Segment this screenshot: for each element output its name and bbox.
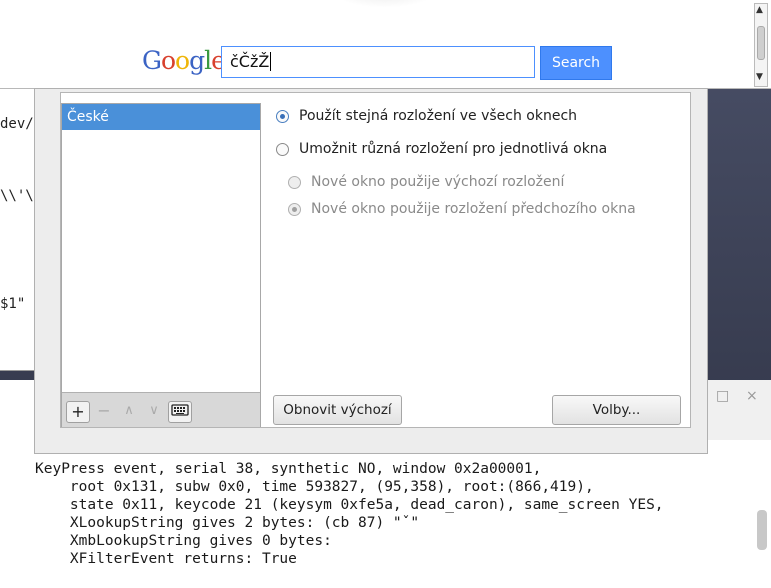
terminal-line: XmbLookupString gives 0 bytes: [35, 533, 332, 549]
text-cursor [270, 52, 272, 71]
terminal-line: state 0x11, keycode 21 (keysym 0xfe5a, d… [35, 497, 664, 513]
layout-list[interactable]: České + − ∧ ∨ [61, 103, 261, 427]
scrollbar-thumb[interactable] [757, 26, 765, 60]
terminal-line: dev/ [0, 116, 34, 132]
terminal-output: KeyPress event, serial 38, synthetic NO,… [35, 460, 755, 568]
add-layout-button[interactable]: + [66, 401, 90, 423]
doodle-decoration [330, 0, 440, 8]
close-icon[interactable]: × [746, 388, 758, 404]
terminal-titlebar: □ × [708, 380, 771, 440]
terminal-line: root 0x131, subw 0x0, time 593827, (95,3… [35, 479, 594, 495]
terminal-line: XFilterEvent returns: True [35, 551, 297, 567]
browser-page: Google čČžŽ Search ▲ ▼ [0, 0, 771, 89]
keyboard-preview-button[interactable] [168, 401, 192, 423]
radio-unchecked-icon [276, 143, 289, 156]
search-input[interactable]: čČžŽ [221, 46, 535, 78]
options-button[interactable]: Volby... [552, 395, 681, 425]
browser-scrollbar[interactable]: ▲ ▼ [754, 3, 768, 87]
left-terminal-window[interactable]: dev/ \\'\ $1" [0, 88, 34, 371]
radio-checked-icon [276, 110, 289, 123]
move-up-button[interactable]: ∧ [117, 401, 141, 423]
terminal-line: XLookupString gives 2 bytes: (cb 87) "ˇ" [35, 515, 420, 531]
list-item[interactable]: České [62, 104, 260, 130]
remove-layout-button[interactable]: − [92, 401, 116, 423]
layout-list-toolbar: + − ∧ ∨ [62, 392, 260, 427]
maximize-icon[interactable]: □ [716, 388, 729, 404]
scroll-up-icon[interactable]: ▲ [756, 5, 763, 15]
scroll-down-icon[interactable]: ▼ [756, 72, 763, 82]
terminal-line: KeyPress event, serial 38, synthetic NO,… [35, 461, 542, 477]
terminal-line: \\'\ [0, 188, 34, 204]
terminal-margin [0, 440, 34, 588]
move-down-button[interactable]: ∨ [142, 401, 166, 423]
search-button[interactable]: Search [540, 46, 612, 80]
terminal-scrollbar[interactable] [757, 510, 767, 550]
terminal-line: $1" [0, 296, 26, 312]
radio-unchecked-icon [288, 176, 301, 189]
keyboard-icon [171, 404, 189, 416]
google-logo: Google [142, 46, 226, 75]
reset-defaults-button[interactable]: Obnovit výchozí [273, 395, 402, 425]
radio-checked-icon [288, 203, 301, 216]
